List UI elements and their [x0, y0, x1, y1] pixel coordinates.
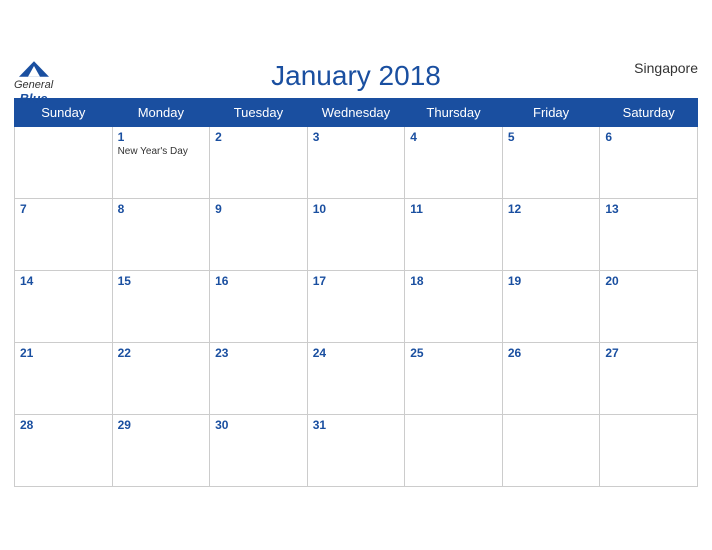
- header-saturday: Saturday: [600, 98, 698, 126]
- day-number: 23: [215, 346, 302, 360]
- day-cell: [15, 126, 113, 198]
- week-row-4: 28 29 30 31: [15, 414, 698, 486]
- calendar-body: 1New Year's Day2345678910111213141516171…: [15, 126, 698, 486]
- day-number: 4: [410, 130, 497, 144]
- day-number: 21: [20, 346, 107, 360]
- day-number: 3: [313, 130, 400, 144]
- day-cell: [600, 414, 698, 486]
- day-cell: 7: [15, 198, 113, 270]
- header-friday: Friday: [502, 98, 600, 126]
- day-number: 26: [508, 346, 595, 360]
- day-cell: 29: [112, 414, 210, 486]
- day-number: 13: [605, 202, 692, 216]
- day-number: 10: [313, 202, 400, 216]
- week-row-0: 1 New Year's Day 23456: [15, 126, 698, 198]
- day-cell: 25: [405, 342, 503, 414]
- calendar-table: Sunday Monday Tuesday Wednesday Thursday…: [14, 98, 698, 487]
- day-cell: 20: [600, 270, 698, 342]
- day-number: 31: [313, 418, 400, 432]
- day-number: 18: [410, 274, 497, 288]
- day-number: 27: [605, 346, 692, 360]
- logo-icon: [19, 60, 49, 78]
- day-number: 28: [20, 418, 107, 432]
- week-row-3: 21 22 23 24 25 26 27: [15, 342, 698, 414]
- day-cell: 12: [502, 198, 600, 270]
- day-number: 17: [313, 274, 400, 288]
- header-thursday: Thursday: [405, 98, 503, 126]
- day-cell: 3: [307, 126, 405, 198]
- header-tuesday: Tuesday: [210, 98, 308, 126]
- day-cell: 31: [307, 414, 405, 486]
- day-number: 6: [605, 130, 692, 144]
- logo-general-text: General: [14, 79, 53, 91]
- header-wednesday: Wednesday: [307, 98, 405, 126]
- day-cell: 21: [15, 342, 113, 414]
- day-cell: 16: [210, 270, 308, 342]
- weekday-header-row: Sunday Monday Tuesday Wednesday Thursday…: [15, 98, 698, 126]
- day-cell: 18: [405, 270, 503, 342]
- day-cell: 10: [307, 198, 405, 270]
- calendar-container: General Blue January 2018 Singapore Sund…: [0, 50, 712, 501]
- day-cell: 30: [210, 414, 308, 486]
- day-cell: [405, 414, 503, 486]
- day-number: 25: [410, 346, 497, 360]
- calendar-title: January 2018: [271, 60, 441, 92]
- day-number: 29: [118, 418, 205, 432]
- day-cell: 2: [210, 126, 308, 198]
- day-cell: 27: [600, 342, 698, 414]
- day-cell: 5: [502, 126, 600, 198]
- day-cell: 15: [112, 270, 210, 342]
- day-cell: 1 New Year's Day: [112, 126, 210, 198]
- day-cell: 22: [112, 342, 210, 414]
- day-cell: [502, 414, 600, 486]
- day-number: 9: [215, 202, 302, 216]
- day-number: 30: [215, 418, 302, 432]
- day-number: 14: [20, 274, 107, 288]
- day-cell: 4: [405, 126, 503, 198]
- day-cell: 17: [307, 270, 405, 342]
- week-row-1: 789 10 11 12 13: [15, 198, 698, 270]
- day-number: 1: [118, 130, 205, 144]
- day-number: 19: [508, 274, 595, 288]
- day-number: 24: [313, 346, 400, 360]
- day-cell: 14: [15, 270, 113, 342]
- day-cell: 9: [210, 198, 308, 270]
- week-row-2: 14 15 16 17 18 19 20: [15, 270, 698, 342]
- day-number: 20: [605, 274, 692, 288]
- day-number: 8: [118, 202, 205, 216]
- day-cell: 8: [112, 198, 210, 270]
- day-number: 7: [20, 202, 107, 216]
- day-cell: 19: [502, 270, 600, 342]
- country-label: Singapore: [634, 60, 698, 76]
- day-number: 5: [508, 130, 595, 144]
- logo: General Blue: [14, 60, 53, 106]
- day-number: 12: [508, 202, 595, 216]
- day-cell: 6: [600, 126, 698, 198]
- day-cell: 23: [210, 342, 308, 414]
- day-number: 2: [215, 130, 302, 144]
- day-number: 22: [118, 346, 205, 360]
- day-cell: 26: [502, 342, 600, 414]
- day-number: 15: [118, 274, 205, 288]
- day-cell: 28: [15, 414, 113, 486]
- holiday-label: New Year's Day: [118, 146, 205, 157]
- day-number: 11: [410, 202, 497, 216]
- logo-blue-text: Blue: [19, 91, 47, 106]
- day-cell: 11: [405, 198, 503, 270]
- day-cell: 24: [307, 342, 405, 414]
- day-cell: 13: [600, 198, 698, 270]
- calendar-header: General Blue January 2018 Singapore: [14, 60, 698, 92]
- header-monday: Monday: [112, 98, 210, 126]
- day-number: 16: [215, 274, 302, 288]
